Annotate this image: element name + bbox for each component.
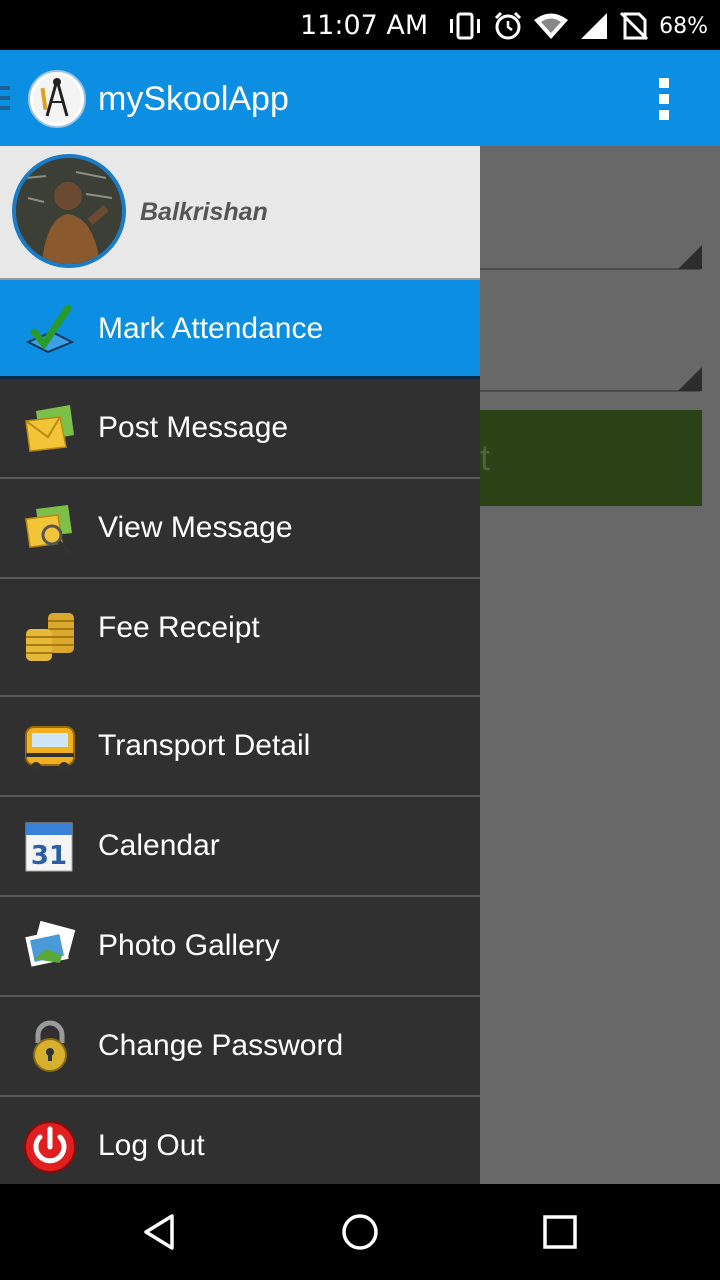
menu-item-photo-gallery[interactable]: Photo Gallery — [0, 897, 480, 997]
menu-item-view-message[interactable]: View Message — [0, 479, 480, 579]
school-bus-icon — [25, 726, 75, 772]
avatar — [12, 154, 126, 268]
menu-item-log-out[interactable]: Log Out — [0, 1097, 480, 1184]
app-title: mySkoolApp — [98, 80, 289, 118]
menu-item-label: Log Out — [98, 1129, 205, 1162]
menu-item-change-password[interactable]: Change Password — [0, 997, 480, 1097]
status-icons: 68% — [447, 8, 708, 44]
calendar-day: 31 — [31, 841, 67, 871]
battery-percent: 68% — [659, 13, 708, 39]
navigation-drawer: Balkrishan Mark Attendance Post Message … — [0, 146, 480, 1184]
submit-button: t — [480, 410, 702, 506]
menu-item-mark-attendance[interactable]: Mark Attendance — [0, 280, 480, 379]
compass-icon — [33, 75, 81, 123]
menu-item-transport-detail[interactable]: Transport Detail — [0, 697, 480, 797]
menu-item-post-message[interactable]: Post Message — [0, 379, 480, 479]
menu-item-label: Transport Detail — [98, 729, 311, 762]
drawer-toggle-icon[interactable] — [0, 86, 10, 114]
app-logo — [28, 70, 86, 128]
signal-icon — [581, 13, 608, 39]
home-icon[interactable] — [340, 1212, 380, 1252]
menu-item-label: Fee Receipt — [98, 611, 260, 644]
user-name: Balkrishan — [140, 198, 268, 226]
menu-item-label: Mark Attendance — [98, 312, 324, 345]
menu-item-label: Post Message — [98, 411, 289, 444]
no-sim-icon — [620, 11, 649, 41]
profile-header: Balkrishan — [0, 146, 480, 280]
status-time: 11:07 AM — [300, 10, 429, 41]
overflow-menu-icon[interactable] — [656, 78, 672, 120]
vibrate-icon — [450, 12, 481, 40]
padlock-icon — [33, 1020, 67, 1072]
checkmark-icon — [25, 304, 75, 354]
envelope-icon — [25, 405, 74, 452]
envelope-search-icon — [25, 505, 74, 557]
menu-item-calendar[interactable]: 31 Calendar — [0, 797, 480, 897]
coins-icon — [26, 613, 74, 661]
power-icon — [24, 1121, 76, 1173]
recents-icon[interactable] — [540, 1212, 580, 1252]
submit-button-label: t — [480, 437, 491, 478]
photos-icon — [25, 920, 76, 967]
app-bar: mySkoolApp — [0, 50, 720, 146]
back-icon[interactable] — [140, 1212, 180, 1252]
alarm-icon — [495, 11, 522, 40]
spinner-arrow-icon — [678, 367, 702, 391]
teacher-photo-icon — [16, 158, 122, 264]
calendar-icon: 31 — [25, 822, 73, 872]
menu-item-label: Change Password — [98, 1029, 344, 1062]
spinner-arrow-icon — [678, 245, 702, 269]
menu-item-label: View Message — [98, 511, 293, 544]
status-bar: 11:07 AM 68% — [0, 0, 720, 50]
system-nav-bar — [0, 1184, 720, 1280]
menu-item-label: Photo Gallery — [98, 929, 280, 962]
spinner-underline — [480, 390, 700, 392]
wifi-icon — [534, 13, 569, 39]
menu-item-fee-receipt[interactable]: Fee Receipt — [0, 579, 480, 697]
spinner-underline — [480, 268, 700, 270]
menu-item-label: Calendar — [98, 829, 220, 862]
background-content: t — [480, 146, 720, 1184]
